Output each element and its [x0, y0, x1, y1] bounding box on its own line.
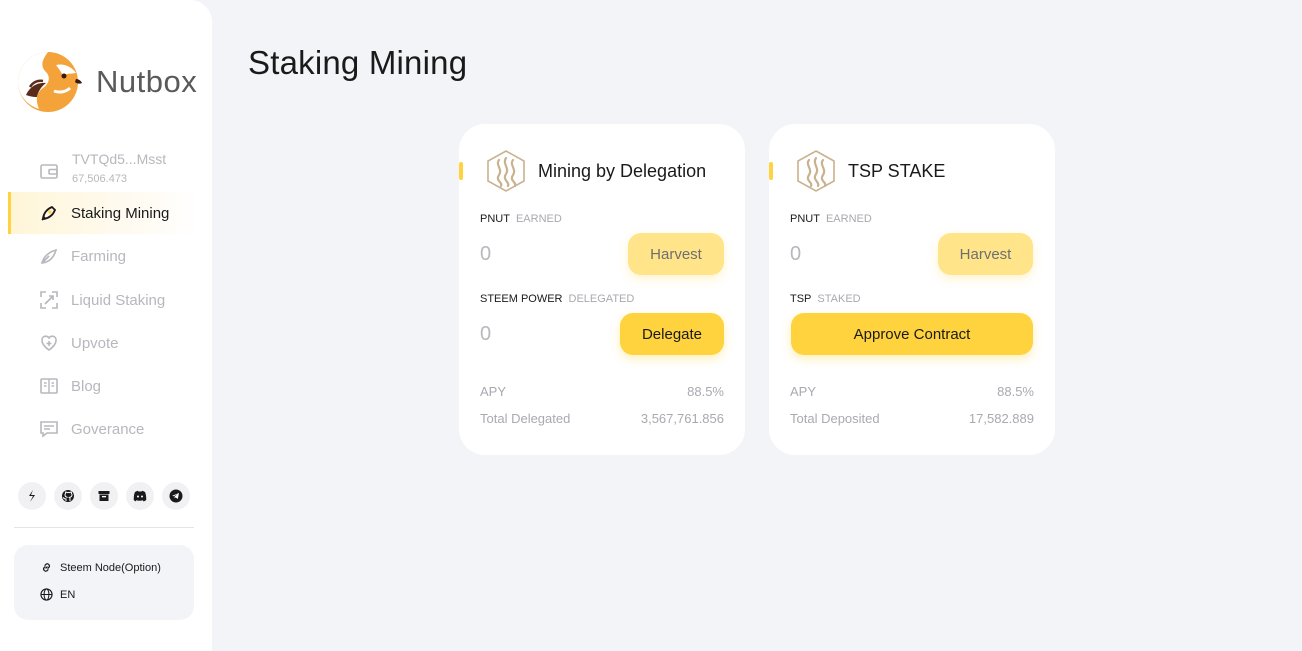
archive-icon	[98, 491, 110, 501]
steem-node-label: Steem Node(Option)	[60, 561, 161, 574]
staking-icon	[41, 205, 57, 221]
github-icon	[62, 490, 74, 502]
brand-name: Nutbox	[96, 64, 198, 99]
discord-link[interactable]	[126, 482, 154, 510]
card-accent	[769, 162, 773, 180]
steem-node-option[interactable]: Steem Node(Option)	[40, 561, 161, 574]
sidebar-item-governance[interactable]: Goverance	[8, 408, 200, 450]
total-row: Total Deposited 17,582.889	[790, 411, 1034, 426]
wallet-balance: 67,506.473	[72, 173, 128, 185]
settings-panel: Steem Node(Option) EN	[14, 545, 194, 620]
page-title: Staking Mining	[248, 44, 468, 81]
stake-caption: DELEGATED	[568, 293, 635, 305]
language-label: EN	[60, 588, 76, 601]
earned-caption: EARNED	[515, 213, 562, 225]
governance-icon	[40, 421, 58, 438]
earned-token: PNUT	[790, 213, 820, 225]
wallet-address: TVTQd5...Msst	[72, 151, 167, 167]
stake-caption: STAKED	[817, 293, 861, 305]
sidebar: Nutbox TVTQd5...Msst 67,506.473 Staking …	[0, 0, 212, 651]
apy-row: APY 88.5%	[480, 384, 724, 399]
social-links	[18, 482, 190, 510]
sidebar-item-label: Liquid Staking	[71, 291, 166, 309]
wallet-account[interactable]: TVTQd5...Msst 67,506.473	[8, 148, 200, 190]
apy-row: APY 88.5%	[790, 384, 1034, 399]
delegate-button[interactable]: Delegate	[620, 313, 724, 355]
stake-token: TSP	[790, 293, 812, 305]
sidebar-item-label: Blog	[71, 377, 102, 395]
apy-value: 88.5%	[687, 384, 724, 399]
total-value: 17,582.889	[968, 411, 1034, 426]
stake-label: TSP STAKED	[790, 293, 861, 305]
apy-label: APY	[790, 384, 817, 399]
telegram-icon	[169, 489, 183, 503]
sidebar-divider	[14, 527, 194, 528]
brand-logo[interactable]: Nutbox	[16, 51, 197, 113]
earned-token: PNUT	[480, 213, 510, 225]
total-label: Total Deposited	[790, 411, 880, 426]
sidebar-item-staking-mining[interactable]: Staking Mining	[8, 192, 200, 234]
approve-contract-button[interactable]: Approve Contract	[791, 313, 1033, 355]
total-value: 3,567,761.856	[640, 411, 724, 426]
language-selector[interactable]: EN	[40, 588, 75, 601]
stake-token: STEEM POWER	[480, 293, 563, 305]
farming-icon	[40, 248, 58, 264]
sidebar-item-label: Farming	[71, 247, 127, 265]
liquid-staking-icon	[40, 291, 58, 309]
delegated-value: 0	[480, 323, 492, 345]
card-title: TSP STAKE	[848, 161, 946, 181]
total-label: Total Delegated	[480, 411, 571, 426]
discord-icon	[133, 490, 147, 502]
steem-icon	[29, 490, 35, 502]
mining-by-delegation-card: Mining by Delegation PNUT EARNED 0 Harves…	[459, 124, 745, 455]
stake-label: STEEM POWER DELEGATED	[480, 293, 634, 305]
sidebar-item-blog[interactable]: Blog	[8, 365, 200, 407]
archive-link[interactable]	[90, 482, 118, 510]
github-link[interactable]	[54, 482, 82, 510]
harvest-button[interactable]: Harvest	[938, 233, 1033, 275]
sidebar-item-label: Staking Mining	[71, 204, 170, 222]
earned-caption: EARNED	[825, 213, 872, 225]
steem-logo-icon	[797, 150, 835, 192]
sidebar-item-label: Upvote	[71, 334, 119, 352]
upvote-icon	[41, 335, 57, 351]
apy-value: 88.5%	[997, 384, 1034, 399]
total-row: Total Delegated 3,567,761.856	[480, 411, 724, 426]
earned-label: PNUT EARNED	[480, 213, 562, 225]
sidebar-item-farming[interactable]: Farming	[8, 235, 200, 277]
telegram-link[interactable]	[162, 482, 190, 510]
link-icon	[43, 563, 50, 572]
wallet-icon	[40, 164, 58, 179]
nutbox-logo-icon	[18, 52, 82, 112]
earned-value: 0	[480, 243, 492, 265]
earned-value: 0	[790, 243, 802, 265]
card-title: Mining by Delegation	[538, 161, 707, 181]
blog-icon	[40, 378, 58, 394]
sidebar-item-upvote[interactable]: Upvote	[8, 322, 200, 364]
card-accent	[459, 162, 463, 180]
sidebar-item-label: Goverance	[71, 420, 145, 438]
steem-logo-icon	[487, 150, 525, 192]
globe-icon	[40, 588, 53, 601]
earned-label: PNUT EARNED	[790, 213, 872, 225]
steem-link[interactable]	[18, 482, 46, 510]
apy-label: APY	[480, 384, 507, 399]
harvest-button[interactable]: Harvest	[628, 233, 724, 275]
sidebar-item-liquid-staking[interactable]: Liquid Staking	[8, 279, 200, 321]
tsp-stake-card: TSP STAKE PNUT EARNED 0 Harvest TSP STAKED…	[769, 124, 1055, 455]
